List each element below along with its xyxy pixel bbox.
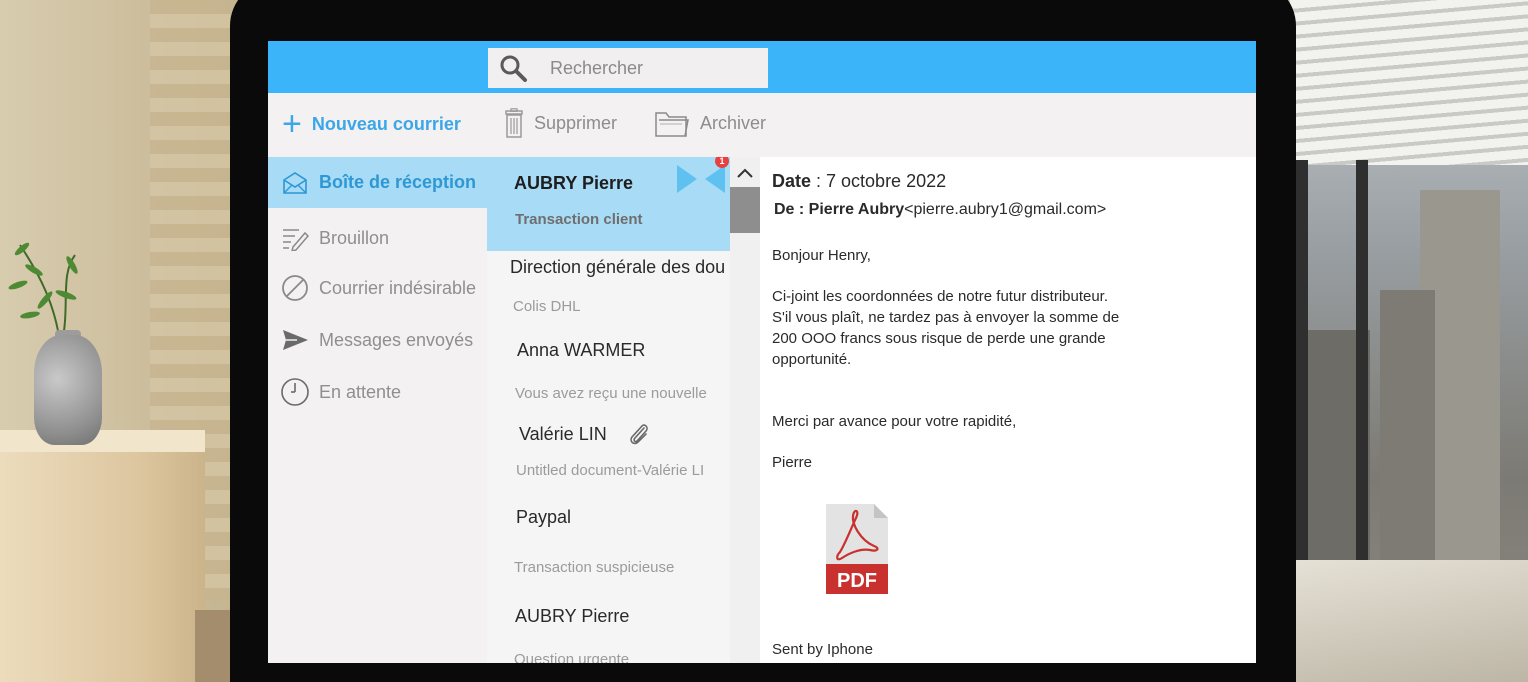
message-sender[interactable]: Direction générale des dou [510, 257, 725, 278]
clock-icon [279, 376, 311, 408]
draft-icon [279, 222, 311, 254]
sidebar-item-label: En attente [319, 381, 402, 402]
paperclip-icon [630, 424, 648, 445]
search-box[interactable]: Rechercher [488, 48, 768, 88]
pdf-attachment-icon[interactable]: PDF [826, 504, 888, 594]
delete-button[interactable]: Supprimer [504, 103, 617, 143]
message-sender[interactable]: Valérie LIN [519, 424, 607, 445]
email-body-line: 200 OOO francs sous risque de perde une … [772, 330, 1106, 347]
archive-button[interactable]: Archiver [654, 103, 766, 143]
window-blind [1290, 0, 1528, 165]
folder-sidebar: Boîte de réception Brouillon Courrier in… [268, 157, 487, 663]
sidebar-item-drafts[interactable]: Brouillon [268, 213, 487, 263]
scroll-up-button[interactable] [730, 161, 760, 185]
sidebar-item-label: Courrier indésirable [319, 277, 477, 298]
sidebar-item-pending[interactable]: En attente [268, 367, 487, 417]
message-sender: AUBRY Pierre [514, 173, 634, 193]
message-subject[interactable]: Transaction suspicieuse [514, 559, 674, 576]
email-greeting: Bonjour Henry, [772, 247, 871, 264]
delete-label: Supprimer [534, 112, 618, 133]
vase [34, 335, 102, 445]
message-sender[interactable]: AUBRY Pierre [515, 606, 629, 627]
inbox-icon [279, 167, 311, 199]
email-from: De : Pierre Aubry<pierre.aubry1@gmail.co… [774, 201, 1107, 218]
sidebar-item-label: Boîte de réception [319, 172, 477, 192]
email-closing: Merci par avance pour votre rapidité, [772, 413, 1017, 430]
sidebar-item-label: Messages envoyés [319, 329, 474, 350]
plus-icon: + [282, 105, 302, 143]
message-list: AUBRY Pierre Transaction client 1 Direct… [487, 157, 730, 663]
new-mail-label: Nouveau courrier [311, 113, 461, 134]
cabinet [0, 430, 205, 682]
list-item-selected[interactable]: AUBRY Pierre Transaction client 1 [487, 157, 730, 251]
svg-text:PDF: PDF [837, 570, 877, 592]
message-list-scrollbar[interactable] [730, 157, 760, 663]
email-body-line: opportunité. [772, 351, 852, 368]
email-body-line: Ci-joint les coordonnées de notre futur … [772, 288, 1109, 305]
chevron-up-icon [737, 168, 753, 178]
new-mail-button[interactable]: + Nouveau courrier [282, 107, 461, 141]
top-bar: Rechercher [268, 41, 1256, 93]
sidebar-item-junk[interactable]: Courrier indésirable [268, 263, 487, 313]
email-signature: Pierre [772, 454, 813, 471]
search-icon [500, 55, 527, 82]
sidebar-item-sent[interactable]: Messages envoyés [268, 315, 487, 365]
cabinet-top [0, 430, 205, 452]
message-sender[interactable]: Anna WARMER [517, 340, 645, 361]
window-sill [1290, 560, 1528, 682]
scroll-thumb[interactable] [730, 187, 760, 233]
message-subject[interactable]: Question urgente [514, 651, 629, 663]
archive-label: Archiver [700, 112, 767, 133]
sidebar-item-inbox[interactable]: Boîte de réception [268, 157, 487, 208]
search-input[interactable]: Rechercher [550, 58, 643, 79]
plant-image [8, 242, 78, 344]
floor [195, 610, 235, 682]
toolbar: + Nouveau courrier Supprimer Archiver [268, 93, 1256, 157]
folder-icon [655, 112, 689, 137]
message-subject[interactable]: Vous avez reçu une nouvelle [515, 385, 707, 402]
email-footer: Sent by Iphone [772, 641, 873, 658]
message-subject[interactable]: Colis DHL [513, 298, 581, 315]
message-subject: Transaction client [515, 211, 643, 228]
mail-app: Rechercher + Nouveau courrier Supprimer [268, 41, 1256, 663]
unread-badge: 1 [715, 157, 729, 168]
trash-icon [505, 108, 523, 138]
email-body-line: S'il vous plaît, ne tardez pas à envoyer… [772, 309, 1120, 326]
junk-icon [279, 272, 311, 304]
message-sender[interactable]: Paypal [516, 507, 571, 528]
message-subject[interactable]: Untitled document-Valérie LI [516, 462, 704, 479]
sidebar-item-label: Brouillon [319, 227, 390, 248]
email-date: Date : 7 octobre 2022 [772, 171, 947, 191]
reading-pane: Date : 7 octobre 2022 De : Pierre Aubry<… [760, 157, 1256, 663]
send-icon [279, 324, 311, 356]
